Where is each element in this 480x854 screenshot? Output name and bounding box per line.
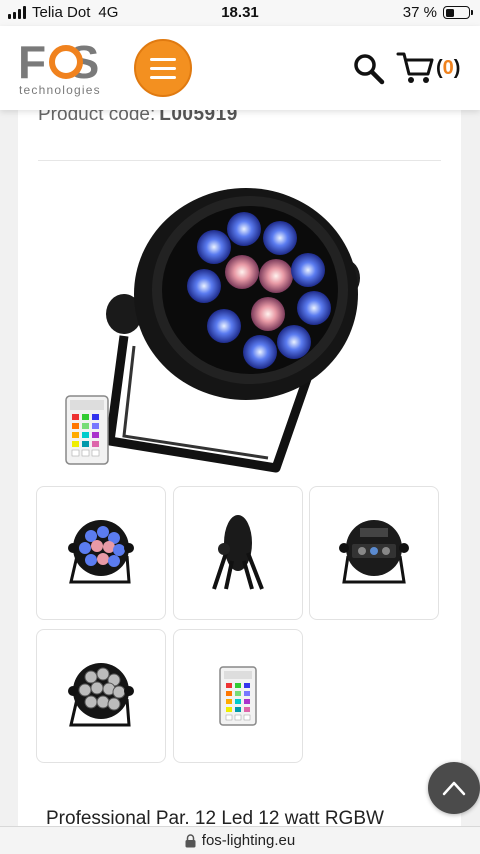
status-bar: Telia Dot 4G 18.31 37 % bbox=[0, 0, 480, 26]
divider bbox=[38, 160, 441, 161]
thumbnail-rear-view[interactable] bbox=[309, 486, 439, 620]
logo-subtext: technologies bbox=[19, 83, 101, 97]
hamburger-icon bbox=[150, 57, 176, 61]
thumbnail-front-lit[interactable] bbox=[36, 486, 166, 620]
fos-logo[interactable]: F S technologies bbox=[18, 36, 118, 100]
product-card: Product code: L005919 Professional Par. … bbox=[18, 96, 461, 854]
main-product-image[interactable] bbox=[46, 186, 386, 476]
status-right: 37 % bbox=[402, 4, 473, 21]
chevron-up-icon bbox=[442, 781, 466, 796]
url-bar[interactable]: fos-lighting.eu bbox=[0, 826, 480, 854]
cart-count[interactable]: (0) bbox=[436, 57, 460, 80]
thumbnail-front-unlit[interactable] bbox=[36, 629, 166, 763]
lock-icon bbox=[185, 833, 196, 847]
thumbnail-remote-control[interactable] bbox=[173, 629, 303, 763]
url-text: fos-lighting.eu bbox=[201, 832, 296, 849]
thumbnail-side-view[interactable] bbox=[173, 486, 303, 620]
cart-button[interactable] bbox=[396, 50, 436, 86]
scroll-top-button[interactable] bbox=[428, 762, 480, 814]
menu-button[interactable] bbox=[134, 39, 192, 97]
battery-icon bbox=[443, 6, 473, 19]
logo-o-ring bbox=[49, 45, 83, 79]
search-button[interactable] bbox=[352, 52, 386, 86]
search-icon bbox=[354, 54, 385, 85]
site-header: F S technologies (0) bbox=[0, 26, 480, 110]
battery-percent: 37 % bbox=[402, 4, 437, 21]
cart-icon bbox=[396, 52, 434, 83]
cart-count-value: 0 bbox=[442, 57, 454, 79]
